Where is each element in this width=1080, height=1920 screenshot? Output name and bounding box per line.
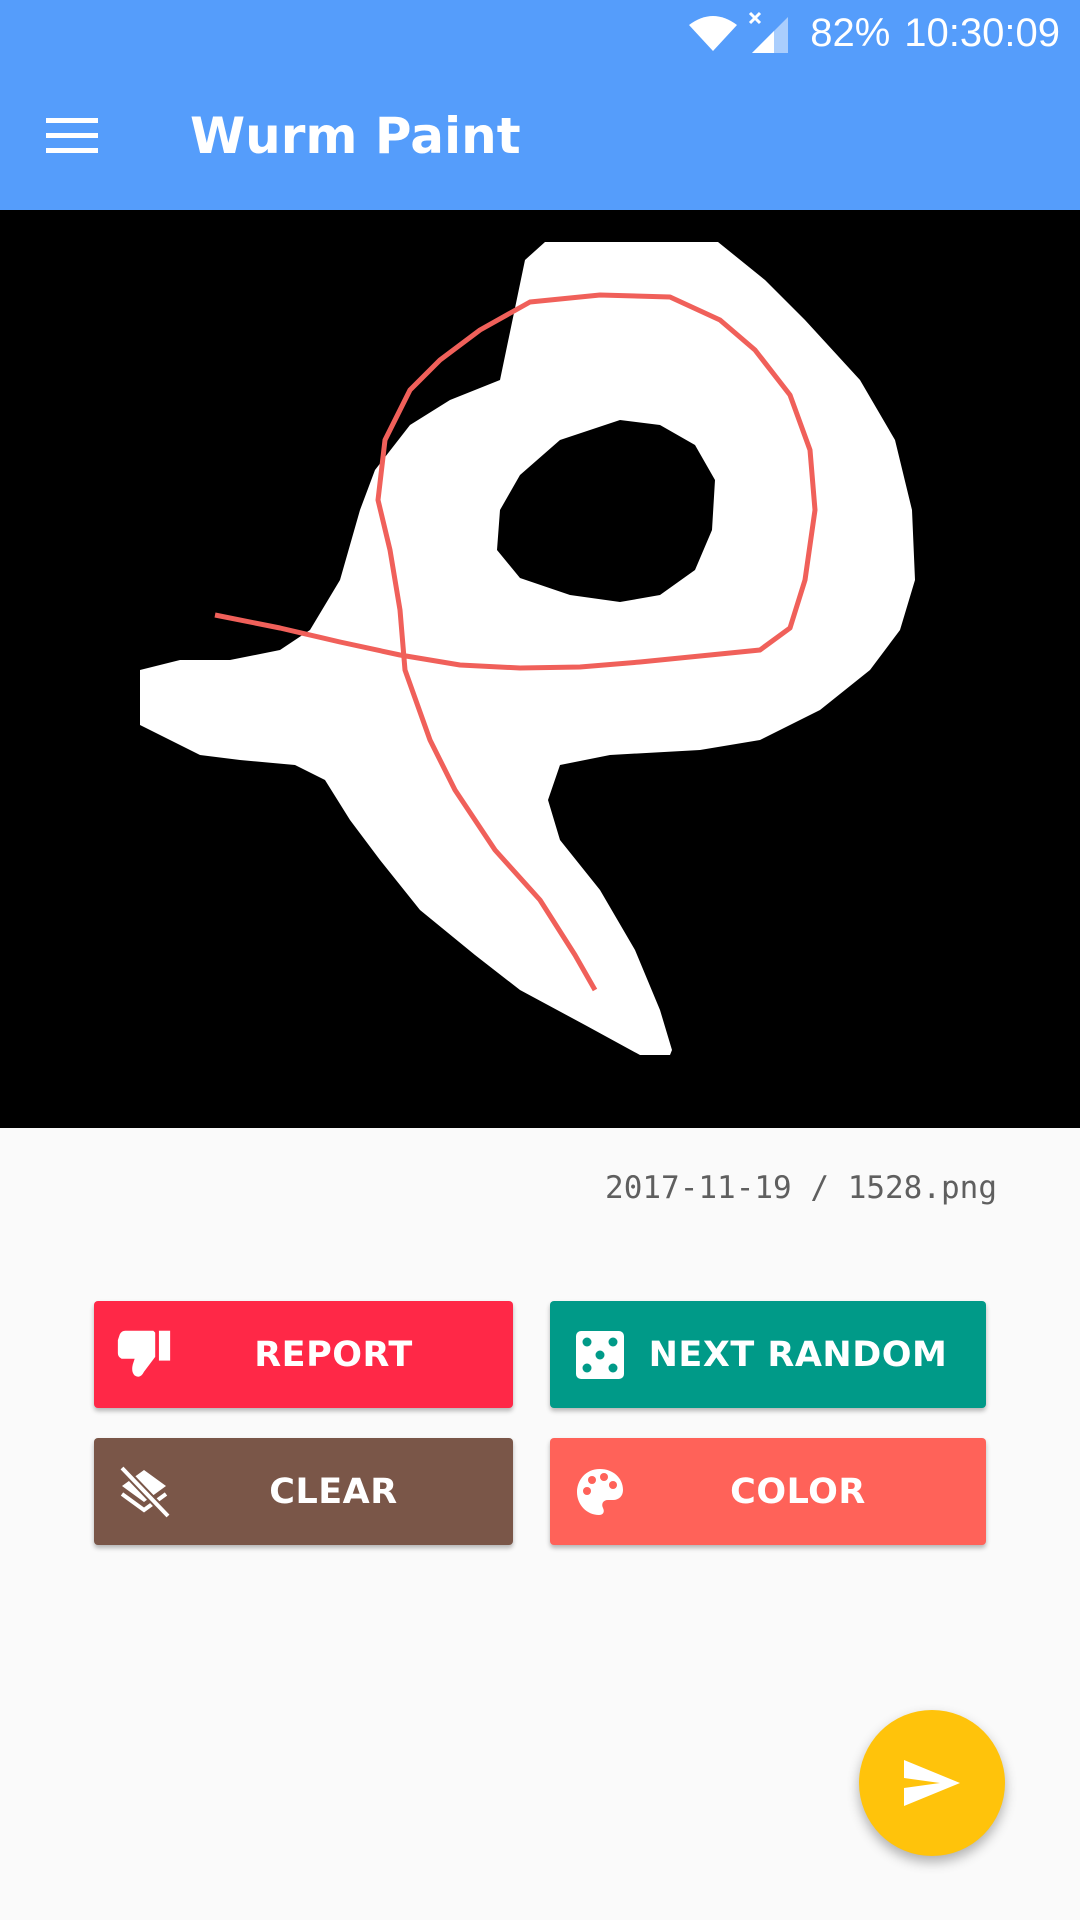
drawing-canvas[interactable] bbox=[0, 210, 1080, 1128]
next-random-button[interactable]: NEXT RANDOM bbox=[550, 1301, 986, 1408]
file-separator: / bbox=[791, 1170, 848, 1206]
send-button[interactable] bbox=[859, 1710, 1005, 1856]
clear-button[interactable]: CLEAR bbox=[94, 1438, 513, 1545]
status-clock: 10:30:09 bbox=[904, 10, 1060, 55]
app-bar: 82% 10:30:09 Wurm Paint bbox=[0, 0, 1080, 210]
report-button[interactable]: REPORT bbox=[94, 1301, 513, 1408]
app-title: Wurm Paint bbox=[190, 107, 521, 165]
file-info: 2017-11-19 / 1528.png bbox=[605, 1170, 997, 1206]
thumb-down-icon bbox=[116, 1327, 172, 1383]
canvas-drawing bbox=[0, 210, 1080, 1128]
file-name: 1528.png bbox=[847, 1170, 997, 1206]
battery-percentage: 82% bbox=[810, 10, 891, 55]
status-bar: 82% 10:30:09 bbox=[0, 0, 1080, 66]
dice-icon bbox=[572, 1327, 628, 1383]
wifi-icon bbox=[689, 16, 738, 51]
file-date: 2017-11-19 bbox=[605, 1170, 792, 1206]
palette-icon bbox=[572, 1464, 628, 1520]
menu-button[interactable] bbox=[28, 96, 116, 176]
color-button[interactable]: COLOR bbox=[550, 1438, 986, 1545]
layers-clear-icon bbox=[116, 1464, 172, 1520]
cell-signal-no-service-icon bbox=[749, 11, 789, 53]
send-icon bbox=[904, 1760, 960, 1806]
hamburger-menu-icon bbox=[46, 118, 98, 153]
status-icons: 82% 10:30:09 bbox=[688, 6, 1060, 60]
